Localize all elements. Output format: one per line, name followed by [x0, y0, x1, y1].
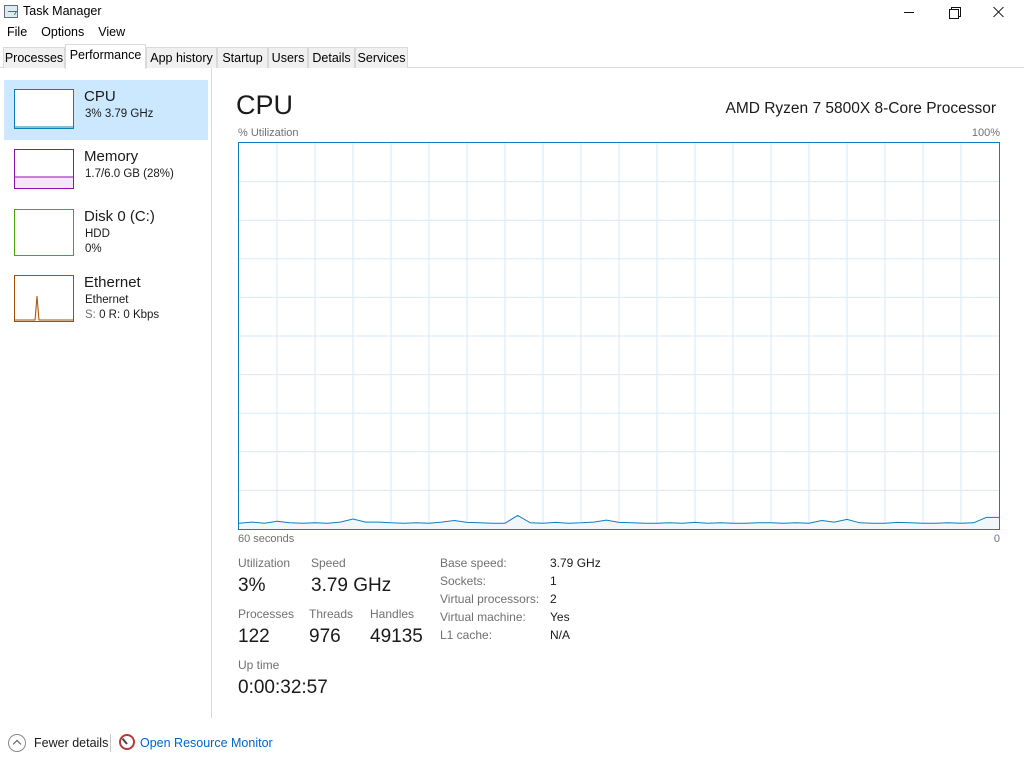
resource-monitor-icon[interactable] [119, 734, 135, 750]
sidebar-item-detail-2: 0% [85, 243, 102, 255]
y-axis-label: % Utilization [238, 127, 299, 139]
sidebar-item-name: Ethernet [84, 274, 141, 291]
restore-icon [949, 7, 961, 19]
memory-thumbnail-graph [14, 149, 74, 189]
threads-label: Threads [309, 607, 354, 621]
tab-app-history[interactable]: App history [146, 47, 217, 68]
sidebar-item-detail: HDD [85, 228, 110, 240]
utilization-value: 3% [238, 575, 266, 596]
uptime-label: Up time [238, 658, 280, 672]
sidebar-item-disk[interactable]: Disk 0 (C:) HDD 0% [4, 200, 208, 260]
window-title: Task Manager [23, 4, 102, 18]
restore-button[interactable] [931, 0, 977, 24]
spec-label-l1-cache: L1 cache: [440, 628, 493, 642]
sidebar-item-name: Memory [84, 148, 139, 165]
tab-startup[interactable]: Startup [217, 47, 268, 68]
menu-file[interactable]: File [0, 24, 34, 44]
sidebar-item-name: CPU [84, 88, 116, 105]
spec-label-base-speed: Base speed: [440, 556, 507, 570]
processes-label: Processes [238, 607, 295, 621]
speed-value: 3.79 GHz [311, 575, 392, 596]
sidebar-item-detail: Ethernet [85, 294, 129, 306]
spec-label-virtual-machine: Virtual machine: [440, 610, 526, 624]
memory-thumbnail-fill [15, 176, 73, 188]
sidebar-item-ethernet[interactable]: Ethernet Ethernet S: 0 R: 0 Kbps [4, 266, 208, 326]
handles-value: 49135 [370, 626, 423, 647]
footer-bar: Fewer details Open Resource Monitor [0, 718, 1024, 768]
fewer-details-link[interactable]: Fewer details [34, 736, 108, 750]
cpu-utilization-graph [238, 142, 1000, 530]
page-title: CPU [236, 90, 294, 120]
ethernet-thumbnail-graph [14, 275, 74, 322]
throughput-value: 0 R: 0 Kbps [95, 309, 160, 321]
close-button[interactable] [976, 0, 1022, 24]
send-label: S: [85, 309, 96, 321]
tab-services[interactable]: Services [355, 47, 408, 68]
spec-value-sockets: 1 [550, 574, 557, 588]
sidebar-item-name: Disk 0 (C:) [84, 208, 155, 225]
y-axis-max-label: 100% [971, 127, 1000, 139]
cpu-chart-svg [239, 143, 999, 529]
x-axis-right-label: 0 [993, 533, 1000, 545]
processor-name: AMD Ryzen 7 5800X 8-Core Processor [725, 100, 996, 117]
menu-view[interactable]: View [91, 24, 132, 44]
speed-label: Speed [311, 556, 346, 570]
tab-details[interactable]: Details [308, 47, 355, 68]
ethernet-thumbnail-line [15, 295, 73, 321]
sidebar-item-detail: 3% 3.79 GHz [85, 108, 154, 120]
sidebar-item-memory[interactable]: Memory 1.7/6.0 GB (28%) [4, 140, 208, 200]
threads-value: 976 [309, 626, 341, 647]
cpu-detail-panel: CPU AMD Ryzen 7 5800X 8-Core Processor %… [212, 68, 1024, 718]
chevron-up-circle-icon[interactable] [8, 734, 26, 752]
performance-sidebar: CPU 3% 3.79 GHz Memory 1.7/6.0 GB (28%) … [0, 68, 212, 718]
x-axis-left-label: 60 seconds [238, 533, 295, 545]
task-manager-app-icon [4, 5, 18, 18]
spec-value-virtual-machine: Yes [550, 610, 570, 624]
spec-label-sockets: Sockets: [440, 574, 487, 588]
cpu-thumbnail-graph [14, 89, 74, 129]
close-icon [993, 6, 1005, 18]
tab-users[interactable]: Users [268, 47, 308, 68]
minimize-icon [904, 11, 914, 13]
menu-options[interactable]: Options [34, 24, 91, 44]
menu-bar: File Options View [0, 24, 132, 44]
sidebar-item-detail: 1.7/6.0 GB (28%) [85, 168, 174, 180]
spec-value-virtual-processors: 2 [550, 592, 557, 606]
tab-bar: Processes Performance App history Startu… [0, 44, 1024, 69]
cpu-thumbnail-line [15, 126, 73, 128]
spec-value-base-speed: 3.79 GHz [550, 556, 601, 570]
sidebar-item-detail-2: S: 0 R: 0 Kbps [85, 308, 159, 323]
minimize-button[interactable] [886, 0, 932, 24]
processes-value: 122 [238, 626, 270, 647]
utilization-label: Utilization [238, 556, 291, 570]
tab-processes[interactable]: Processes [3, 47, 65, 68]
spec-value-l1-cache: N/A [550, 628, 571, 642]
handles-label: Handles [370, 607, 415, 621]
uptime-value: 0:00:32:57 [238, 677, 328, 698]
title-bar[interactable]: Task Manager [0, 0, 1024, 24]
tab-performance[interactable]: Performance [65, 44, 146, 69]
disk-thumbnail-graph [14, 209, 74, 256]
sidebar-item-cpu[interactable]: CPU 3% 3.79 GHz [4, 80, 208, 140]
open-resource-monitor-link[interactable]: Open Resource Monitor [140, 736, 273, 750]
footer-divider [110, 734, 111, 752]
spec-label-virtual-processors: Virtual processors: [440, 592, 540, 606]
